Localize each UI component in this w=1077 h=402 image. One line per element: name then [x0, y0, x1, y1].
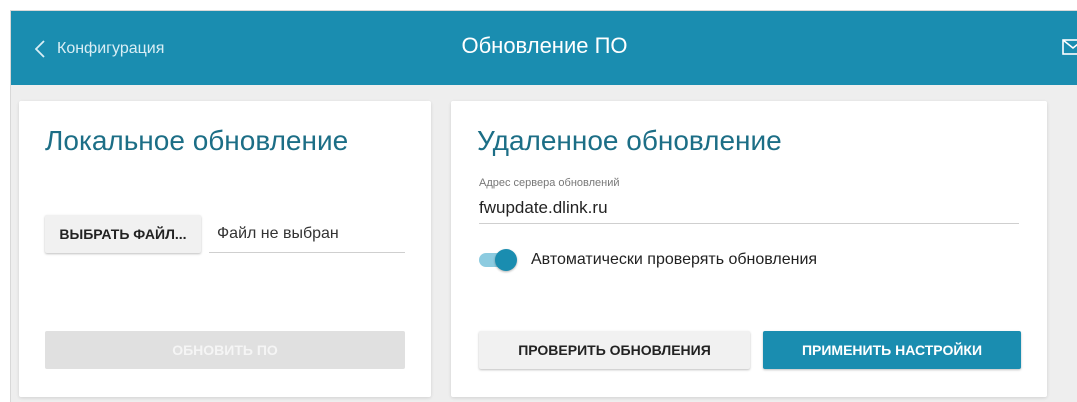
toggle-knob [495, 249, 517, 271]
apply-settings-button[interactable]: ПРИМЕНИТЬ НАСТРОЙКИ [763, 331, 1021, 369]
mail-icon[interactable] [1062, 39, 1077, 60]
check-updates-button[interactable]: ПРОВЕРИТЬ ОБНОВЛЕНИЯ [479, 331, 750, 369]
choose-file-button[interactable]: ВЫБРАТЬ ФАЙЛ... [45, 215, 201, 253]
local-update-card: Локальное обновление ВЫБРАТЬ ФАЙЛ... Фай… [19, 101, 431, 397]
update-firmware-button[interactable]: ОБНОВИТЬ ПО [45, 331, 405, 369]
page-title: Обновление ПО [461, 33, 628, 58]
server-address-input[interactable]: fwupdate.dlink.ru [479, 193, 1019, 224]
file-status-text: Файл не выбран [209, 215, 405, 253]
remote-update-card: Удаленное обновление Адрес сервера обнов… [451, 101, 1047, 397]
remote-update-title: Удаленное обновление [477, 125, 782, 156]
auto-check-toggle[interactable] [479, 249, 517, 271]
local-update-title: Локальное обновление [45, 125, 349, 156]
auto-check-label: Автоматически проверять обновления [531, 251, 818, 268]
server-address-label: Адрес сервера обновлений [479, 177, 620, 189]
app-frame: Конфигурация Обновление ПО Локальное обн… [10, 10, 1077, 402]
top-header: Конфигурация Обновление ПО [11, 11, 1077, 85]
